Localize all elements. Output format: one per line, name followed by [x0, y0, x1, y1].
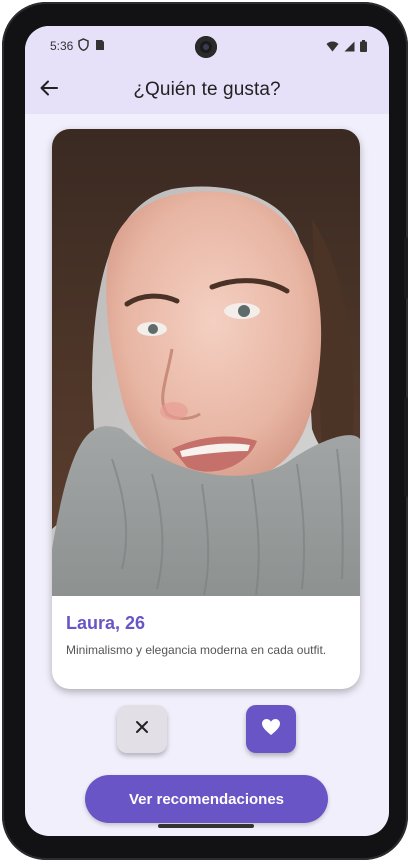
profile-description: Minimalismo y elegancia moderna en cada …	[66, 643, 327, 657]
profile-name-age: Laura, 26	[66, 613, 146, 633]
close-icon	[135, 720, 149, 739]
wifi-icon	[326, 39, 339, 57]
page-title: ¿Quién te gusta?	[133, 79, 281, 100]
sim-card-icon	[95, 38, 105, 56]
signal-icon	[344, 39, 355, 57]
battery-icon	[360, 39, 367, 57]
dislike-button[interactable]	[117, 705, 167, 753]
app-bar: ¿Quién te gusta?	[25, 66, 389, 114]
screen: 5:36 ¿Quién te gusta? Laura, 26 Minimali…	[25, 26, 389, 836]
power-button	[404, 237, 408, 299]
front-camera	[195, 36, 217, 58]
gesture-nav-handle[interactable]	[158, 824, 254, 828]
volume-button	[404, 397, 408, 497]
profile-card[interactable]: Laura, 26 Minimalismo y elegancia modern…	[52, 129, 360, 689]
view-recommendations-button[interactable]: Ver recomendaciones	[85, 775, 328, 823]
status-time: 5:36	[50, 39, 74, 53]
status-icons-right	[326, 39, 367, 57]
profile-photo	[52, 129, 360, 596]
status-bar: 5:36	[25, 26, 389, 66]
heart-icon	[261, 718, 281, 741]
phone-frame: 5:36 ¿Quién te gusta? Laura, 26 Minimali…	[2, 2, 408, 860]
shield-icon	[78, 38, 89, 56]
status-icons-left	[78, 38, 105, 56]
like-button[interactable]	[246, 705, 296, 753]
